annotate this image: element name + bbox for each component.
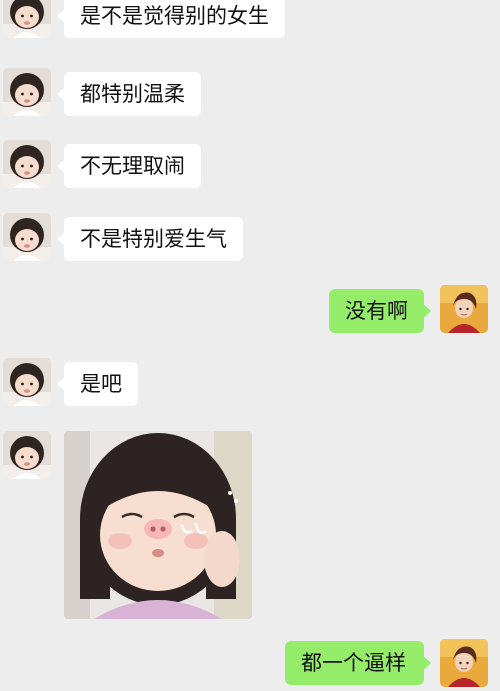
message-row-incoming: 都特别温柔	[0, 72, 500, 122]
message-bubble[interactable]: 不无理取闹	[57, 144, 201, 188]
message-row-incoming: 是吧	[0, 362, 500, 412]
girl-avatar-icon[interactable]	[3, 431, 51, 479]
message-bubble[interactable]: 不是特别爱生气	[57, 217, 243, 261]
message-row-outgoing: 没有啊	[0, 289, 500, 339]
anime-avatar-icon[interactable]	[440, 639, 488, 687]
chat-history[interactable]: 是不是觉得别的女生 都特别温柔 不无理取闹 不是特别爱生气 没有啊 是吧 都一个…	[0, 0, 500, 685]
anime-avatar-icon[interactable]	[440, 285, 488, 333]
girl-avatar-icon[interactable]	[3, 0, 51, 38]
message-bubble[interactable]: 都一个逼样	[285, 641, 431, 685]
sticker-image[interactable]	[64, 431, 252, 619]
message-row-incoming: 不无理取闹	[0, 144, 500, 194]
girl-avatar-icon[interactable]	[3, 68, 51, 116]
message-bubble[interactable]: 没有啊	[329, 289, 431, 333]
message-bubble[interactable]: 是不是觉得别的女生	[57, 0, 285, 38]
message-row-incoming: 是不是觉得别的女生	[0, 0, 500, 44]
message-bubble[interactable]: 都特别温柔	[57, 72, 201, 116]
message-row-outgoing: 都一个逼样	[0, 641, 500, 691]
message-row-incoming: 不是特别爱生气	[0, 217, 500, 267]
girl-avatar-icon[interactable]	[3, 140, 51, 188]
message-bubble[interactable]: 是吧	[57, 362, 138, 406]
girl-avatar-icon[interactable]	[3, 213, 51, 261]
girl-avatar-icon[interactable]	[3, 358, 51, 406]
message-row-incoming	[0, 431, 500, 621]
